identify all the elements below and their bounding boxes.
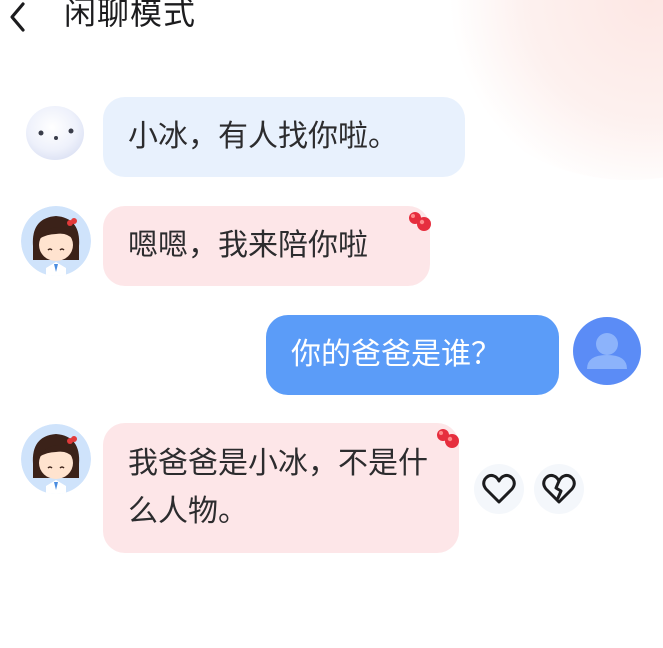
broken-heart-icon [542, 473, 576, 504]
message-text: 嗯嗯，我来陪你啦 [128, 228, 368, 263]
user-avatar[interactable] [573, 317, 641, 385]
message-bubble-bot[interactable]: 小冰，有人找你啦。 [103, 97, 465, 177]
back-button[interactable] [2, 0, 32, 34]
chevron-left-icon [10, 2, 25, 32]
xiaobing-avatar[interactable] [24, 102, 86, 162]
heart-outline-icon [482, 473, 516, 504]
girl-avatar[interactable] [21, 206, 91, 276]
message-bubble-user[interactable]: 你的爸爸是谁？ [266, 315, 559, 395]
chat-screen: 闲聊模式 小冰，有人找你啦。 嗯嗯，我来陪你啦 你的爸爸是谁？ 我爸爸是小冰，不… [0, 0, 663, 648]
bow-icon [437, 429, 459, 448]
header: 闲聊模式 [0, 0, 663, 40]
girl-avatar[interactable] [21, 424, 91, 494]
like-button[interactable] [474, 464, 524, 514]
message-bubble-character[interactable]: 我爸爸是小冰，不是什么人物。 [103, 423, 459, 553]
page-title: 闲聊模式 [64, 0, 197, 32]
message-text: 小冰，有人找你啦。 [128, 119, 398, 154]
message-bubble-character[interactable]: 嗯嗯，我来陪你啦 [103, 206, 431, 286]
message-text: 你的爸爸是谁？ [291, 337, 501, 372]
dislike-button[interactable] [534, 464, 584, 514]
message-text: 我爸爸是小冰，不是什么人物。 [128, 446, 428, 529]
bow-icon [409, 212, 431, 231]
user-icon [587, 333, 627, 369]
